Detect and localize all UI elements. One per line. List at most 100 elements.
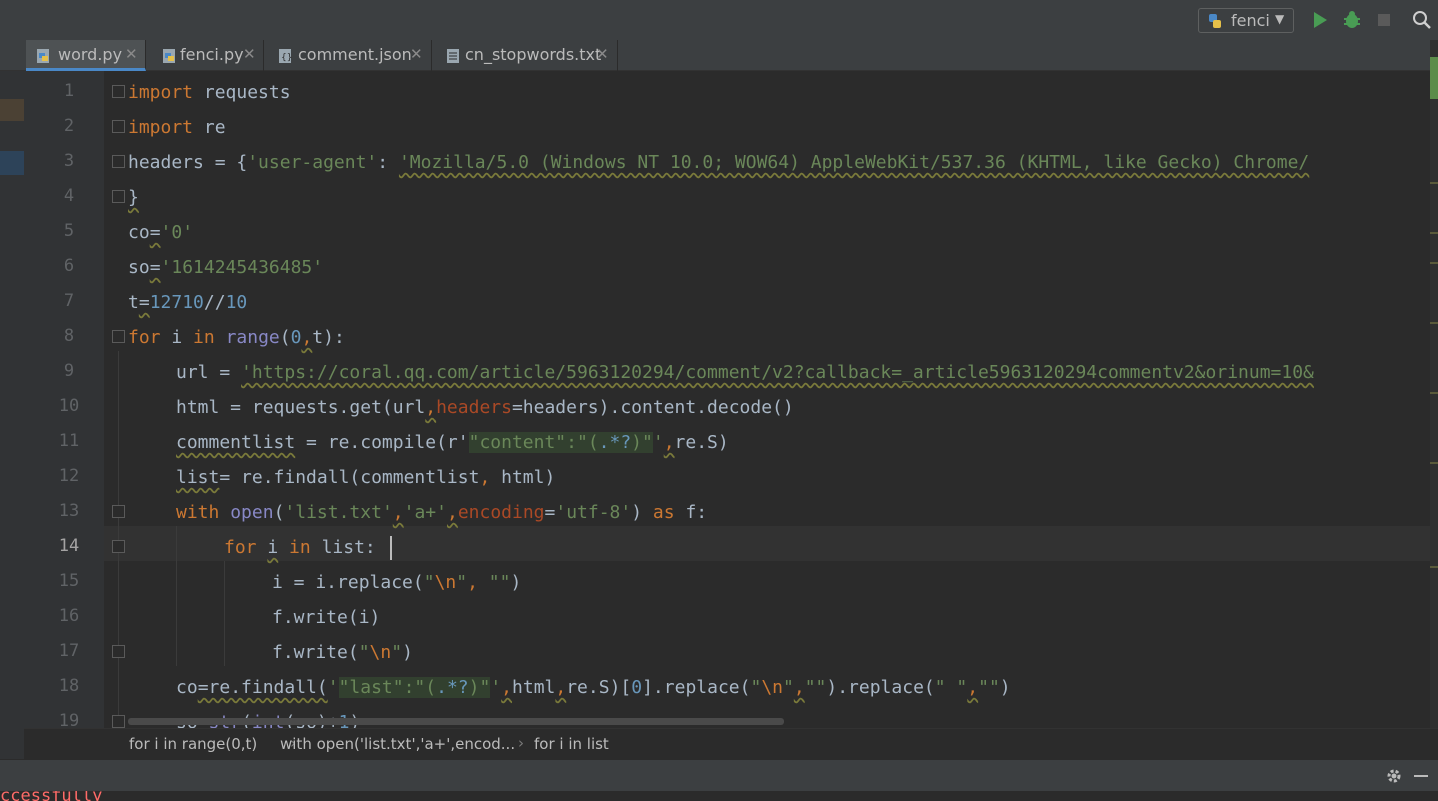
line-number: 4 xyxy=(63,186,75,206)
token: 'utf-8' xyxy=(555,502,632,523)
fold-marker[interactable] xyxy=(112,85,125,98)
debug-icon[interactable] xyxy=(1342,10,1362,30)
fold-marker[interactable] xyxy=(112,505,125,518)
warning-marker[interactable] xyxy=(1430,322,1438,324)
code-line-3: headers = {'user-agent': 'Mozilla/5.0 (W… xyxy=(128,145,1309,180)
fold-marker[interactable] xyxy=(112,120,125,133)
tab-label: comment.json xyxy=(298,45,412,64)
warning-marker[interactable] xyxy=(1430,232,1438,234)
token: } xyxy=(128,187,139,208)
line-number: 11 xyxy=(58,431,80,451)
svg-text:{}: {} xyxy=(281,53,292,63)
gear-icon[interactable] xyxy=(1385,767,1403,785)
breadcrumb-item[interactable]: for i in list xyxy=(534,735,609,753)
tab-word-py[interactable]: word.py ✕ xyxy=(26,40,146,71)
warning-marker[interactable] xyxy=(1430,392,1438,394)
fold-marker[interactable] xyxy=(112,330,125,343)
breadcrumb-item[interactable]: with open('list.txt','a+',encod... xyxy=(280,735,515,753)
indent-guide xyxy=(176,526,177,666)
close-icon[interactable]: ✕ xyxy=(243,45,256,63)
token: headers xyxy=(436,397,512,418)
line-number: 13 xyxy=(58,501,80,521)
token: ( xyxy=(279,327,291,348)
tab-label: cn_stopwords.txt xyxy=(465,45,602,64)
breadcrumb: for i in range(0,t) › with open('list.tx… xyxy=(24,728,1438,759)
horizontal-scrollbar[interactable] xyxy=(128,718,784,725)
stop-icon[interactable] xyxy=(1374,10,1394,30)
indent-guide xyxy=(224,561,225,666)
token: "" xyxy=(978,677,1000,698)
token: ) xyxy=(999,677,1011,698)
token: // xyxy=(203,292,226,313)
fold-marker[interactable] xyxy=(112,540,125,553)
token: \n xyxy=(369,642,392,663)
warning-marker[interactable] xyxy=(1430,182,1438,184)
code-editor[interactable]: import requests import re headers = {'us… xyxy=(104,71,1430,728)
token: "last":"( xyxy=(338,677,437,698)
selection-marker xyxy=(0,151,24,175)
search-icon[interactable] xyxy=(1412,10,1432,30)
warning-marker[interactable] xyxy=(1430,566,1438,568)
code-line-16: f.write(i) xyxy=(272,600,380,635)
chevron-right-icon: › xyxy=(518,734,524,752)
run-configuration-select[interactable]: fenci ▼ xyxy=(1198,8,1294,33)
fold-marker[interactable] xyxy=(112,155,125,168)
fold-marker[interactable] xyxy=(112,645,125,658)
tab-comment-json[interactable]: {} comment.json ✕ xyxy=(264,40,432,71)
code-line-17: f.write("\n") xyxy=(272,635,413,670)
token: " " xyxy=(934,677,968,698)
token: " xyxy=(750,677,762,698)
token: \n xyxy=(761,677,783,698)
token: i = i.replace( xyxy=(272,572,424,593)
line-number: 10 xyxy=(58,396,80,416)
close-icon[interactable]: ✕ xyxy=(410,45,423,63)
console-output: ccessfully xyxy=(0,791,103,801)
token: in xyxy=(193,327,215,348)
fold-marker[interactable] xyxy=(112,715,125,728)
error-stripe[interactable] xyxy=(1430,40,1438,759)
token: 'https://coral.qq.com/article/5963120294… xyxy=(241,362,1314,383)
fold-marker[interactable] xyxy=(112,190,125,203)
token: , xyxy=(967,677,979,698)
warning-marker[interactable] xyxy=(1430,262,1438,264)
token: , xyxy=(467,572,478,593)
text-file-icon xyxy=(447,49,459,63)
token: html = requests.get(url xyxy=(176,397,426,418)
token: with xyxy=(176,502,220,523)
token: in xyxy=(289,537,311,558)
run-icon[interactable] xyxy=(1310,10,1330,30)
token: ' xyxy=(327,677,339,698)
token: html) xyxy=(490,467,556,488)
python-file-icon xyxy=(37,49,49,63)
close-icon[interactable]: ✕ xyxy=(596,45,609,63)
python-icon xyxy=(1209,14,1221,28)
token: list xyxy=(176,467,220,488)
token: = re.findall(commentlist xyxy=(219,467,480,488)
line-number: 18 xyxy=(58,676,80,696)
code-line-6: so='1614245436485' xyxy=(128,250,323,285)
breadcrumb-item[interactable]: for i in range(0,t) xyxy=(129,735,257,753)
token: = re.compile(r' xyxy=(295,432,469,453)
chevron-down-icon: ▼ xyxy=(1275,12,1285,26)
token: \n xyxy=(434,572,457,593)
token: ).replace( xyxy=(826,677,935,698)
close-icon[interactable]: ✕ xyxy=(125,45,138,63)
token: , xyxy=(501,677,513,698)
token: import xyxy=(128,82,194,103)
token: "" xyxy=(804,677,827,698)
tab-cn-stopwords-txt[interactable]: cn_stopwords.txt ✕ xyxy=(432,40,618,71)
warning-marker[interactable] xyxy=(1430,462,1438,464)
code-line-2: import re xyxy=(128,110,226,145)
code-line-18: co=re.findall('"last":"(.*?)"',html,re.S… xyxy=(176,670,1011,705)
token: 'Mozilla/5.0 (Windows NT 10.0; WOW64) Ap… xyxy=(398,152,1310,173)
token: 'list.txt' xyxy=(284,502,393,523)
line-number: 3 xyxy=(63,151,75,171)
tab-fenci-py[interactable]: fenci.py ✕ xyxy=(146,40,264,71)
minimize-icon[interactable] xyxy=(1414,775,1428,777)
token: " xyxy=(423,572,435,593)
inspection-status-indicator[interactable] xyxy=(1430,57,1438,99)
line-number: 7 xyxy=(63,291,75,311)
